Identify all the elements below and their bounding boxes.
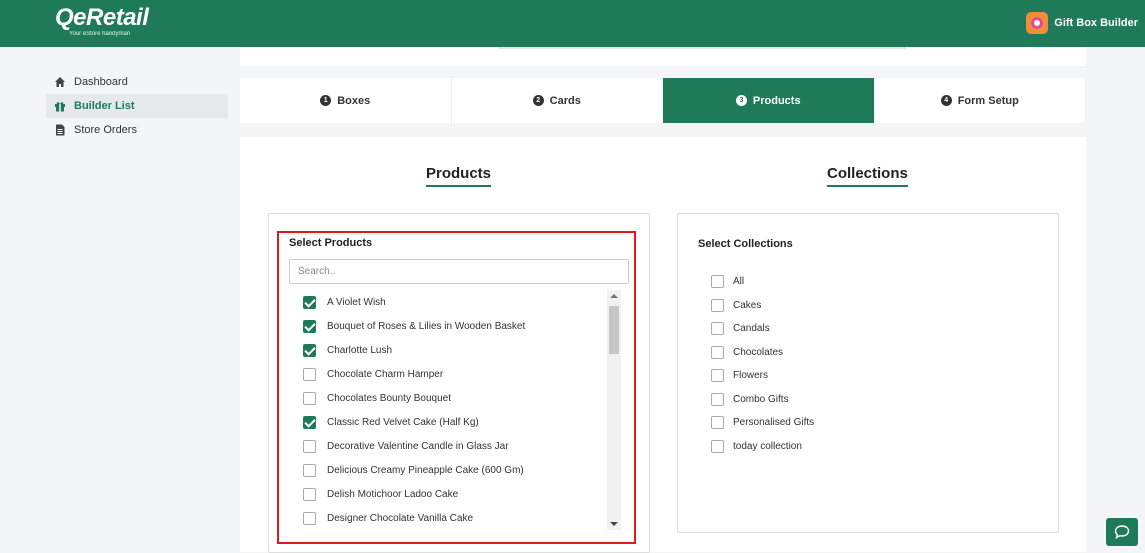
checkbox[interactable] xyxy=(303,391,316,405)
tab-form-setup[interactable]: 4 Form Setup xyxy=(875,78,1086,123)
chat-bubble-icon xyxy=(1114,525,1130,539)
list-item[interactable]: Candals xyxy=(698,317,998,341)
checkbox[interactable] xyxy=(711,298,724,312)
product-label: Designer Chocolate Vanilla Cake xyxy=(327,512,474,524)
sidebar-item-label: Store Orders xyxy=(74,124,137,136)
list-item[interactable]: Chocolates Bounty Bouquet xyxy=(289,386,622,410)
list-item[interactable]: Bouquet of Roses & Lilies in Wooden Bask… xyxy=(289,314,622,338)
gift-icon xyxy=(55,102,65,112)
product-list: A Violet Wish Bouquet of Roses & Lilies … xyxy=(289,290,622,532)
step-tabs: 1 Boxes 2 Cards 3 Products 4 Form Setup xyxy=(240,78,1086,123)
home-icon xyxy=(55,77,65,87)
logo[interactable]: QeRetail Your eStore handyman xyxy=(55,4,149,38)
collections-heading: Collections xyxy=(827,165,908,187)
list-item[interactable]: Flowers xyxy=(698,364,998,388)
list-item[interactable]: All xyxy=(698,270,998,294)
tab-label: Cards xyxy=(549,94,581,107)
collection-label: Flowers xyxy=(733,370,769,382)
sidebar-item-store-orders[interactable]: Store Orders xyxy=(46,118,228,142)
step-number: 4 xyxy=(940,95,952,106)
product-label: Chocolate Charm Hamper xyxy=(327,368,444,380)
product-label: Decorative Valentine Candle in Glass Jar xyxy=(327,440,509,452)
list-item[interactable]: Delish Motichoor Ladoo Cake xyxy=(289,482,622,506)
collection-label: Personalised Gifts xyxy=(733,417,815,429)
app-name: Gift Box Builder xyxy=(1054,17,1138,29)
checkbox[interactable] xyxy=(303,511,316,525)
select-collections-title: Select Collections xyxy=(698,238,793,250)
step-number: 1 xyxy=(320,95,332,106)
step-number: 3 xyxy=(735,95,747,106)
collection-label: today collection xyxy=(733,440,802,452)
checkbox[interactable] xyxy=(711,322,724,336)
tab-boxes[interactable]: 1 Boxes xyxy=(240,78,452,123)
collection-label: Combo Gifts xyxy=(733,393,789,405)
list-item[interactable]: Decorative Valentine Candle in Glass Jar xyxy=(289,434,622,458)
tab-products[interactable]: 3 Products xyxy=(663,78,875,123)
divider xyxy=(498,47,906,49)
product-label: Charlotte Lush xyxy=(327,344,393,356)
checkbox[interactable] xyxy=(303,415,316,429)
product-label: Bouquet of Roses & Lilies in Wooden Bask… xyxy=(327,320,526,332)
checkbox[interactable] xyxy=(711,439,724,453)
checkbox[interactable] xyxy=(711,369,724,383)
list-item[interactable]: Classic Red Velvet Cake (Half Kg) xyxy=(289,410,622,434)
step-number: 2 xyxy=(532,95,544,106)
select-products-title: Select Products xyxy=(289,237,373,249)
logo-text: QeRetail xyxy=(55,4,149,31)
checkbox[interactable] xyxy=(303,343,316,357)
product-list-scrollbar[interactable] xyxy=(607,290,621,530)
scroll-up-icon[interactable] xyxy=(610,294,618,298)
checkbox[interactable] xyxy=(711,275,724,289)
sidebar-item-dashboard[interactable]: Dashboard xyxy=(46,70,228,94)
scroll-thumb[interactable] xyxy=(609,306,619,354)
list-item[interactable]: Cakes xyxy=(698,294,998,318)
chat-button[interactable] xyxy=(1106,518,1138,546)
list-item[interactable]: Designer Chocolate Vanilla Cake xyxy=(289,506,622,530)
sidebar-item-builder-list[interactable]: Builder List xyxy=(46,94,228,118)
list-item[interactable]: Delicious Creamy Pineapple Cake (600 Gm) xyxy=(289,458,622,482)
sidebar-item-label: Builder List xyxy=(74,100,135,112)
document-icon xyxy=(56,124,65,136)
sidebar-item-label: Dashboard xyxy=(74,76,128,88)
collection-label: All xyxy=(733,276,745,288)
collection-list: All Cakes Candals Chocolates Flowers Com… xyxy=(698,270,998,458)
logo-tagline: Your eStore handyman xyxy=(69,31,131,37)
product-label: Delicious Creamy Pineapple Cake (600 Gm) xyxy=(327,464,524,476)
previous-card-bottom xyxy=(240,47,1086,66)
tab-label: Products xyxy=(752,94,801,107)
list-item[interactable]: Personalised Gifts xyxy=(698,411,998,435)
product-label: A Violet Wish xyxy=(327,296,386,308)
checkbox[interactable] xyxy=(303,487,316,501)
list-item[interactable]: Charlotte Lush xyxy=(289,338,622,362)
checkbox[interactable] xyxy=(711,345,724,359)
list-item[interactable]: today collection xyxy=(698,435,998,459)
product-label: Chocolates Bounty Bouquet xyxy=(327,392,451,404)
app-brand[interactable]: Gift Box Builder xyxy=(1026,12,1138,34)
collection-label: Cakes xyxy=(733,299,762,311)
collection-label: Candals xyxy=(733,323,770,335)
checkbox[interactable] xyxy=(711,392,724,406)
tab-cards[interactable]: 2 Cards xyxy=(452,78,663,123)
checkbox[interactable] xyxy=(303,439,316,453)
sidebar: Dashboard Builder List Store Orders xyxy=(46,70,228,142)
top-bar: QeRetail Your eStore handyman Gift Box B… xyxy=(0,0,1145,47)
list-item[interactable]: Combo Gifts xyxy=(698,388,998,412)
checkbox[interactable] xyxy=(303,295,316,309)
checkbox[interactable] xyxy=(711,416,724,430)
checkbox[interactable] xyxy=(303,463,316,477)
product-label: Delish Motichoor Ladoo Cake xyxy=(327,488,459,500)
product-search-input[interactable] xyxy=(289,259,629,284)
collection-label: Chocolates xyxy=(733,346,784,358)
checkbox[interactable] xyxy=(303,319,316,333)
scroll-down-icon[interactable] xyxy=(610,522,618,526)
list-item[interactable]: Chocolates xyxy=(698,341,998,365)
gift-box-app-icon xyxy=(1026,12,1049,34)
checkbox[interactable] xyxy=(303,367,316,381)
list-item[interactable]: Chocolate Charm Hamper xyxy=(289,362,622,386)
product-label: Classic Red Velvet Cake (Half Kg) xyxy=(327,416,479,428)
tab-label: Form Setup xyxy=(957,94,1019,107)
list-item[interactable]: A Violet Wish xyxy=(289,290,622,314)
products-heading: Products xyxy=(426,165,492,187)
tab-label: Boxes xyxy=(337,94,371,107)
